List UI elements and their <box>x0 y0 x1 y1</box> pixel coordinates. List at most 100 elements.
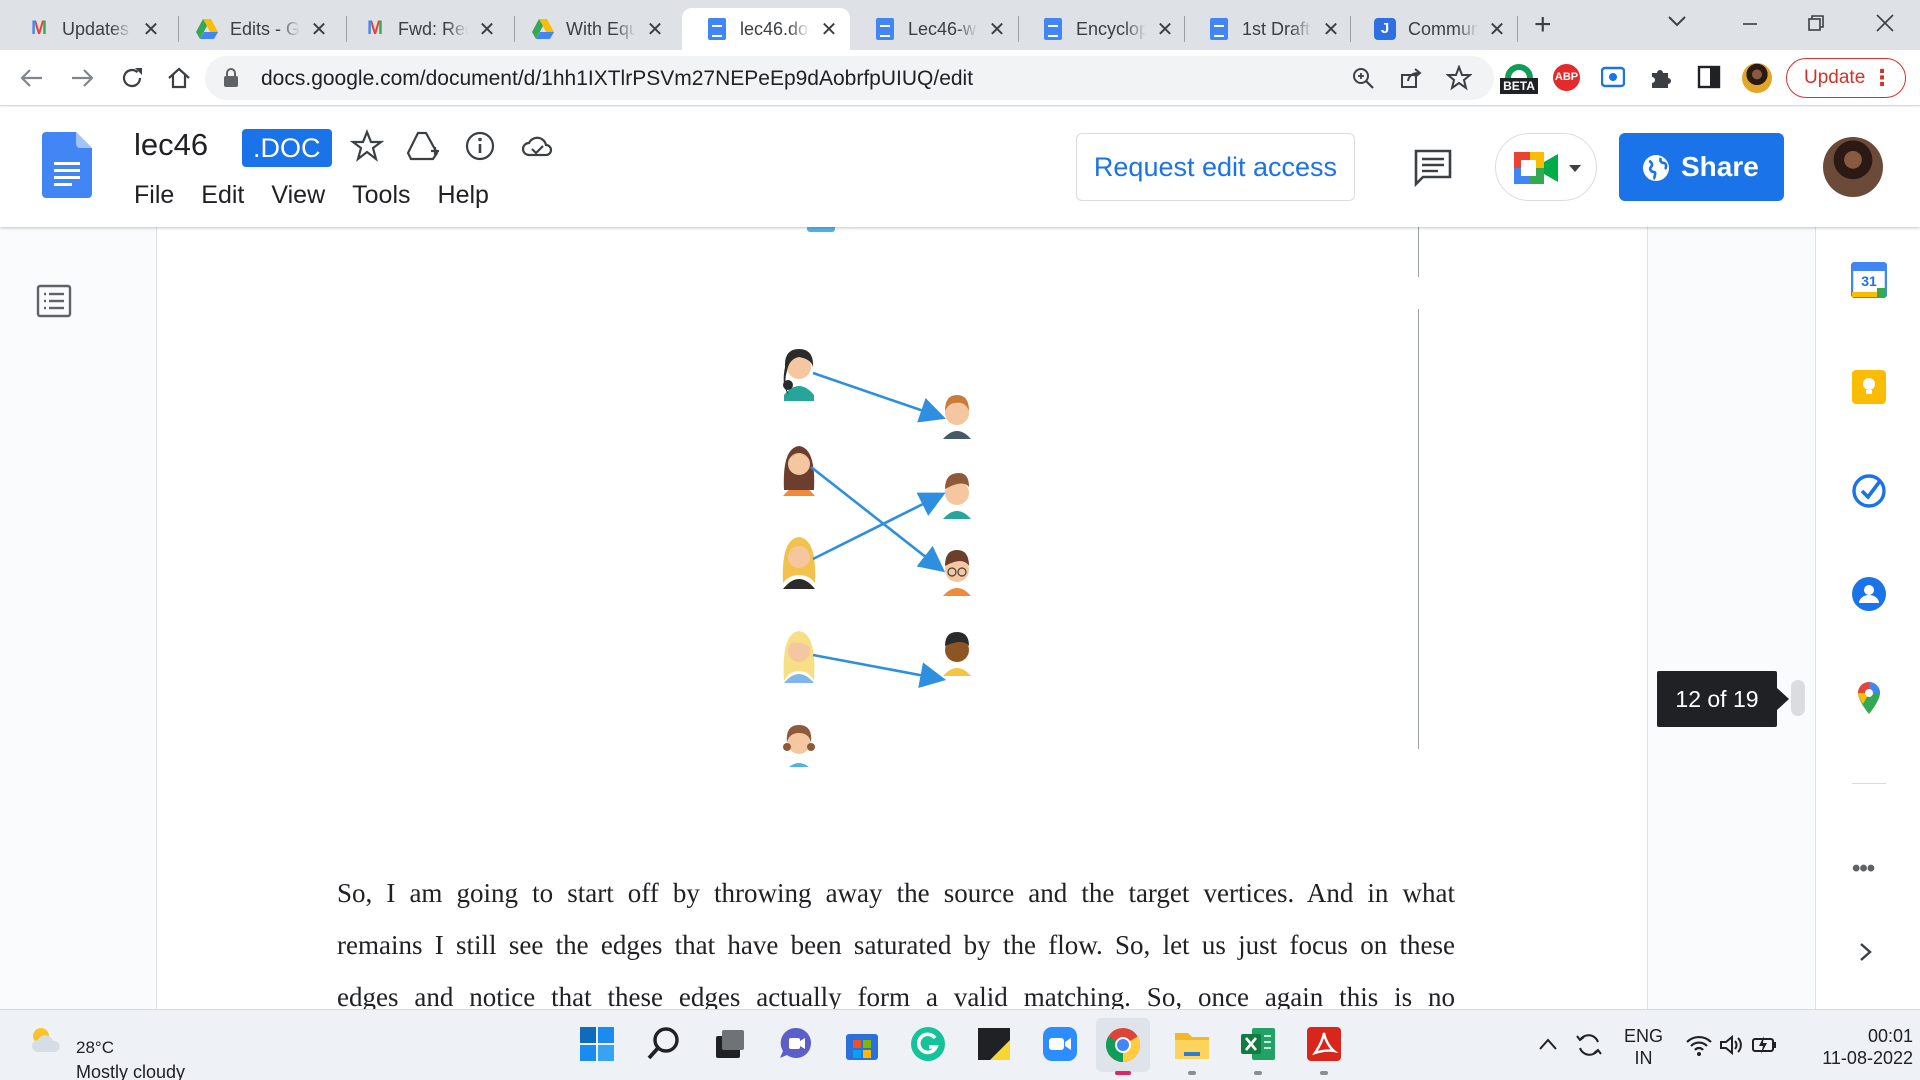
scrollbar-thumb[interactable] <box>1791 680 1805 716</box>
windows-start-icon[interactable] <box>579 1026 615 1062</box>
task-view-icon[interactable] <box>712 1026 748 1062</box>
menu-edit[interactable]: Edit <box>201 181 244 210</box>
volume-icon[interactable] <box>1719 1034 1745 1056</box>
bookmark-star-icon[interactable] <box>1446 65 1472 91</box>
tab-close-icon[interactable]: ✕ <box>1486 17 1508 42</box>
language-indicator[interactable]: ENG IN <box>1624 1025 1663 1069</box>
menu-view[interactable]: View <box>271 181 325 210</box>
weather-widget[interactable]: 28°C Mostly cloudy <box>28 1024 185 1080</box>
chevron-right-icon[interactable] <box>1858 941 1874 963</box>
acrobat-reader-icon[interactable] <box>1306 1026 1342 1062</box>
user-avatar[interactable] <box>1823 137 1883 197</box>
calendar-icon[interactable]: 31 <box>1850 261 1888 299</box>
excel-icon[interactable] <box>1240 1026 1276 1062</box>
date: 11-08-2022 <box>1822 1048 1913 1068</box>
open-app-indicator <box>1320 1071 1328 1075</box>
open-app-indicator <box>1254 1071 1262 1075</box>
document-outline-icon[interactable] <box>36 284 72 318</box>
browser-tab[interactable]: Lec46-w ✕ <box>850 8 1018 50</box>
side-panel-icon[interactable] <box>1697 65 1721 89</box>
sync-icon[interactable] <box>1574 1030 1604 1060</box>
zoom-app-icon[interactable] <box>1042 1026 1078 1062</box>
tab-title: Commun <box>1408 18 1478 39</box>
tab-close-icon[interactable]: ✕ <box>140 17 162 42</box>
profile-avatar[interactable] <box>1742 63 1772 93</box>
tab-close-icon[interactable]: ✕ <box>1154 17 1176 42</box>
sticky-notes-icon[interactable] <box>976 1026 1012 1062</box>
minimize-icon[interactable] <box>1740 14 1760 34</box>
browser-tab-active[interactable]: lec46.doc ✕ <box>682 8 850 50</box>
chevron-up-icon[interactable] <box>1538 1037 1558 1051</box>
menu-tools[interactable]: Tools <box>352 181 410 210</box>
windows-taskbar: 28°C Mostly cloudy ENG IN 00:01 11-08-20… <box>0 1009 1920 1080</box>
update-button[interactable]: Update ⋮ <box>1786 58 1906 98</box>
browser-tab[interactable]: Edits - Go ✕ <box>172 8 340 50</box>
battery-icon[interactable] <box>1751 1034 1779 1056</box>
request-edit-access-button[interactable]: Request edit access <box>1076 133 1355 201</box>
url-text[interactable]: docs.google.com/document/d/1hh1IXTlrPSVm… <box>261 67 973 91</box>
chrome-taskbar-button[interactable] <box>1096 1018 1150 1072</box>
restore-icon[interactable] <box>1806 13 1826 33</box>
google-docs-logo-icon[interactable] <box>42 132 92 198</box>
contacts-icon[interactable] <box>1851 576 1887 612</box>
browser-tab[interactable]: Encyclop ✕ <box>1018 8 1186 50</box>
reload-icon[interactable] <box>116 65 148 91</box>
clock[interactable]: 00:01 11-08-2022 <box>1803 1025 1913 1069</box>
share-page-icon[interactable] <box>1399 66 1423 90</box>
forward-icon[interactable] <box>66 66 98 90</box>
tab-close-icon[interactable]: ✕ <box>644 17 666 42</box>
tasks-icon[interactable] <box>1851 473 1887 509</box>
address-bar[interactable]: docs.google.com/document/d/1hh1IXTlrPSVm… <box>205 56 1494 100</box>
star-icon[interactable] <box>350 129 384 163</box>
docs-header: lec46 .DOC File Edit View Tools Help Req… <box>0 107 1920 227</box>
comments-icon[interactable] <box>1413 147 1453 187</box>
beta-extension-icon[interactable]: BETA <box>1500 60 1538 96</box>
tab-close-icon[interactable]: ✕ <box>986 17 1008 42</box>
tab-close-icon[interactable]: ✕ <box>476 17 498 42</box>
browser-tab[interactable]: With Equ ✕ <box>508 8 676 50</box>
side-panel-divider <box>1852 783 1886 784</box>
share-button[interactable]: Share <box>1619 133 1784 201</box>
tab-title: Edits - Go <box>230 18 300 39</box>
screen-capture-icon[interactable] <box>1601 66 1625 88</box>
j-app-icon: J <box>1374 18 1396 40</box>
tab-close-icon[interactable]: ✕ <box>308 17 330 42</box>
wifi-icon[interactable] <box>1686 1034 1712 1056</box>
window-close-icon[interactable] <box>1874 12 1896 34</box>
cloud-saved-icon[interactable] <box>520 129 554 163</box>
new-tab-button[interactable]: + <box>1534 8 1552 42</box>
keep-icon[interactable] <box>1851 369 1887 405</box>
zoom-icon[interactable] <box>1351 66 1375 90</box>
file-explorer-icon[interactable] <box>1174 1026 1210 1062</box>
meet-button[interactable] <box>1495 133 1597 201</box>
menu-file[interactable]: File <box>134 181 174 210</box>
more-dots-icon[interactable]: ••• <box>1852 855 1875 883</box>
browser-tab[interactable]: M Updates ✕ <box>4 8 172 50</box>
meet-dropdown-icon <box>1569 165 1581 172</box>
browser-tab[interactable]: 1st Draft ✕ <box>1184 8 1352 50</box>
document-body-text[interactable]: So, I am going to start off by throwing … <box>337 867 1455 1009</box>
tab-close-icon[interactable]: ✕ <box>818 17 840 42</box>
document-title[interactable]: lec46 <box>134 127 208 163</box>
browser-tab[interactable]: M Fwd: Requ ✕ <box>340 8 508 50</box>
menu-help[interactable]: Help <box>438 181 489 210</box>
teams-chat-icon[interactable] <box>778 1026 814 1062</box>
info-icon[interactable] <box>463 129 497 163</box>
home-icon[interactable] <box>163 65 195 91</box>
file-type-badge: .DOC <box>242 129 332 167</box>
lock-icon[interactable] <box>223 68 239 88</box>
grammarly-icon[interactable] <box>910 1026 946 1062</box>
menu-kebab-icon[interactable]: ⋮ <box>1871 65 1893 91</box>
microsoft-store-icon[interactable] <box>844 1026 880 1062</box>
maps-icon[interactable] <box>1851 680 1887 716</box>
search-icon[interactable] <box>646 1026 682 1062</box>
move-to-drive-icon[interactable] <box>406 129 440 163</box>
browser-tab[interactable]: J Commun ✕ <box>1350 8 1518 50</box>
back-icon[interactable] <box>16 66 48 90</box>
adblock-icon[interactable]: ABP <box>1553 64 1580 91</box>
tab-search-chevron-icon[interactable] <box>1667 14 1687 28</box>
tab-close-icon[interactable]: ✕ <box>1320 17 1342 42</box>
right-vertex-person <box>943 473 971 519</box>
extensions-puzzle-icon[interactable] <box>1648 64 1674 90</box>
document-page[interactable]: So, I am going to start off by throwing … <box>157 227 1647 1009</box>
